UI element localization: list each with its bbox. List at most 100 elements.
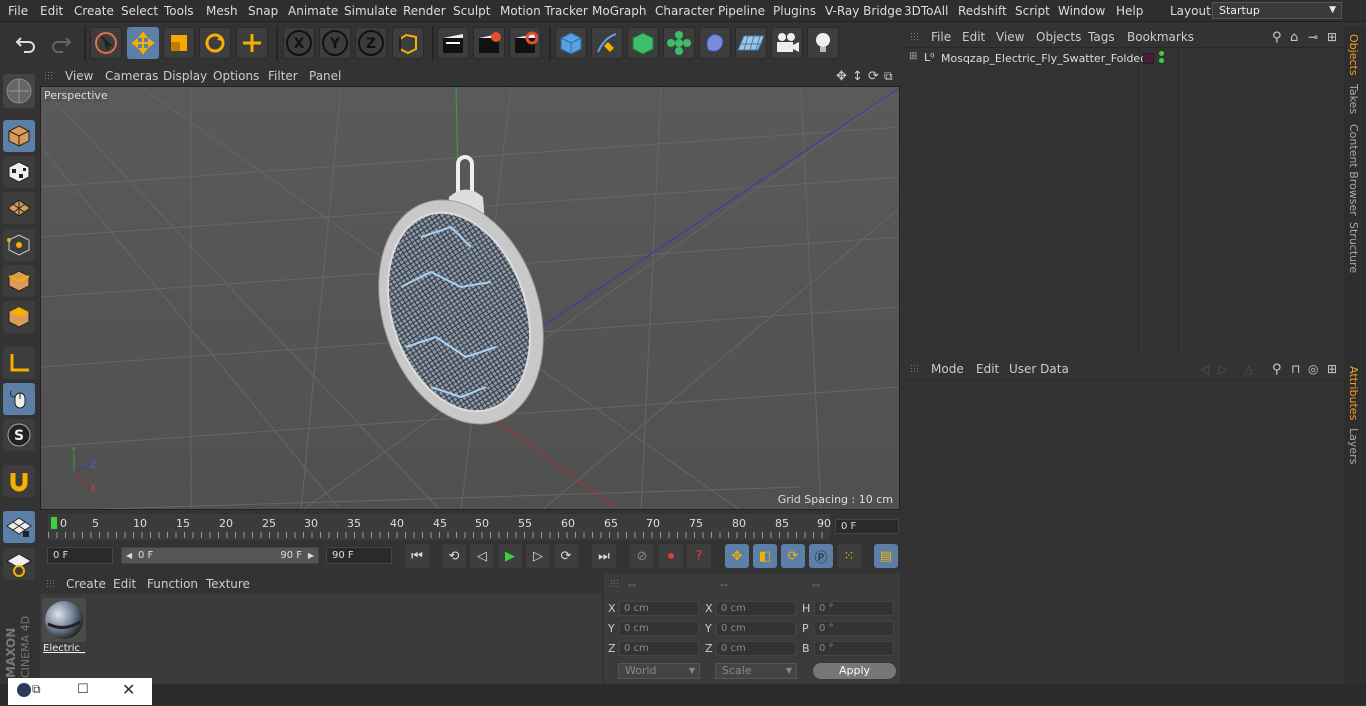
keyframe-selection-icon[interactable]: ? [687,544,711,568]
tab-content-browser[interactable]: Content Browser [1347,124,1360,216]
menu-edit[interactable]: Edit [40,4,63,18]
menu-help[interactable]: Help [1116,4,1143,18]
menu-3dtoall[interactable]: 3DToAll [904,4,948,18]
tweak-mode-icon[interactable] [3,383,35,415]
z-axis-icon[interactable]: Z [355,27,387,59]
cloner-icon[interactable] [663,27,695,59]
link-icon[interactable]: ⊸ [1308,30,1318,44]
polygons-mode-icon[interactable] [3,301,35,333]
up-arrow-icon[interactable]: △ [1244,362,1253,376]
viewport-menu-cameras[interactable]: Cameras [105,69,158,83]
move-icon[interactable] [127,27,159,59]
new-window-icon[interactable]: ⊞ [1327,30,1337,44]
panel-grip-icon[interactable] [910,32,920,42]
next-frame-icon[interactable]: ▷ [526,544,550,568]
material-thumbnail[interactable]: Electric_ [42,598,86,656]
pan-view-icon[interactable]: ✥ [836,69,847,84]
redo-icon[interactable] [45,27,77,59]
rotate-view-icon[interactable]: ⟳ [868,69,879,84]
coordinate-system-select[interactable]: World ▼ [618,663,700,679]
key-parameter-icon[interactable]: Ⓟ [809,544,833,568]
scale-mode-select[interactable]: Scale ▼ [715,663,797,679]
maximize-view-icon[interactable]: ⧉ [884,69,893,84]
expand-icon[interactable]: ⊞ [909,51,917,62]
render-visibility-dot[interactable] [1159,58,1164,63]
zoom-view-icon[interactable]: ↕ [852,69,863,84]
menu-character[interactable]: Character [655,4,714,18]
tab-takes[interactable]: Takes [1347,84,1360,114]
start-frame-field[interactable]: 0 F [47,547,113,564]
settings-icon[interactable]: ◎ [1308,362,1318,376]
rot-b-field[interactable]: 0 ° [814,641,894,656]
attribute-menu-user-data[interactable]: User Data [1009,362,1069,376]
tab-structure[interactable]: Structure [1347,222,1360,273]
transform-icon[interactable] [236,27,268,59]
size-z-field[interactable]: 0 cm [716,641,796,656]
snap-magnet-icon[interactable] [3,465,35,497]
size-y-field[interactable]: 0 cm [716,621,796,636]
panel-grip-icon[interactable] [610,579,620,589]
forward-arrow-icon[interactable]: ▷ [1218,362,1227,376]
current-frame-field[interactable]: 0 F [835,519,899,534]
menu-redshift[interactable]: Redshift [958,4,1007,18]
tab-layers[interactable]: Layers [1347,428,1360,464]
viewport-menu-filter[interactable]: Filter [268,69,298,83]
viewport-menu-display[interactable]: Display [163,69,207,83]
go-to-start-icon[interactable]: ⏮ [405,544,429,568]
timeline-ruler[interactable]: 0 5 10 15 20 25 30 35 40 45 50 55 60 65 … [48,514,831,540]
rot-h-field[interactable]: 0 ° [814,601,894,616]
timeline-window-icon[interactable]: ▤ [874,544,898,568]
pos-y-field[interactable]: 0 cm [619,621,699,636]
rotate-icon[interactable] [199,27,231,59]
menu-vray-bridge[interactable]: V-Ray Bridge [825,4,902,18]
pos-x-field[interactable]: 0 cm [619,601,699,616]
locked-workplane-icon[interactable] [3,548,35,580]
axis-mode-icon[interactable] [3,347,35,379]
tab-objects[interactable]: Objects [1347,34,1360,76]
previous-frame-icon[interactable]: ◁ [470,544,494,568]
tab-attributes[interactable]: Attributes [1347,366,1360,420]
workplane-mode-icon[interactable] [3,192,35,224]
material-menu-edit[interactable]: Edit [113,577,136,591]
close-icon[interactable]: ✕ [122,680,135,699]
frame-range-slider[interactable]: ◀ 0 F 90 F ▶ [121,547,319,564]
object-menu-tags[interactable]: Tags [1088,30,1115,44]
undo-icon[interactable] [10,27,42,59]
object-name[interactable]: Mosqzap_Electric_Fly_Swatter_Folded [941,52,1147,65]
solo-mode-icon[interactable]: S [3,419,35,451]
workplane-snap-icon[interactable] [3,511,35,543]
menu-mograph[interactable]: MoGraph [592,4,647,18]
menu-script[interactable]: Script [1015,4,1050,18]
menu-create[interactable]: Create [74,4,114,18]
auto-keying-icon[interactable]: ⏺ [659,544,683,568]
go-to-end-icon[interactable]: ⏭ [592,544,616,568]
end-frame-field[interactable]: 90 F [326,547,392,564]
deformer-icon[interactable] [699,27,731,59]
timeline[interactable]: 0 5 10 15 20 25 30 35 40 45 50 55 60 65 … [40,512,900,542]
floor-icon[interactable] [735,27,767,59]
menu-tools[interactable]: Tools [164,4,194,18]
record-keys-icon[interactable]: ⊘ [630,544,654,568]
rot-p-field[interactable]: 0 ° [814,621,894,636]
cinema4d-app-icon[interactable] [17,683,31,697]
key-pla-icon[interactable]: ⁙ [837,544,861,568]
search-icon[interactable]: ⚲ [1272,30,1282,45]
pen-icon[interactable] [591,27,623,59]
apply-button[interactable]: Apply [813,663,896,679]
menu-window[interactable]: Window [1058,4,1105,18]
scale-icon[interactable] [163,27,195,59]
menu-snap[interactable]: Snap [248,4,278,18]
menu-motion-tracker[interactable]: Motion Tracker [500,4,588,18]
cube-icon[interactable] [555,27,587,59]
search-icon[interactable]: ⚲ [1272,362,1282,377]
attribute-menu-edit[interactable]: Edit [976,362,999,376]
playhead[interactable] [51,517,57,529]
panel-grip-icon[interactable] [910,364,920,374]
object-menu-bookmarks[interactable]: Bookmarks [1127,30,1194,44]
layer-color-tag[interactable] [1143,53,1154,64]
play-icon[interactable]: ▶ [498,544,522,568]
restore-icon[interactable]: ⧉ [32,682,41,697]
render-picture-viewer-icon[interactable] [473,27,505,59]
key-rotation-icon[interactable]: ⟳ [781,544,805,568]
home-icon[interactable]: ⌂ [1290,30,1298,45]
